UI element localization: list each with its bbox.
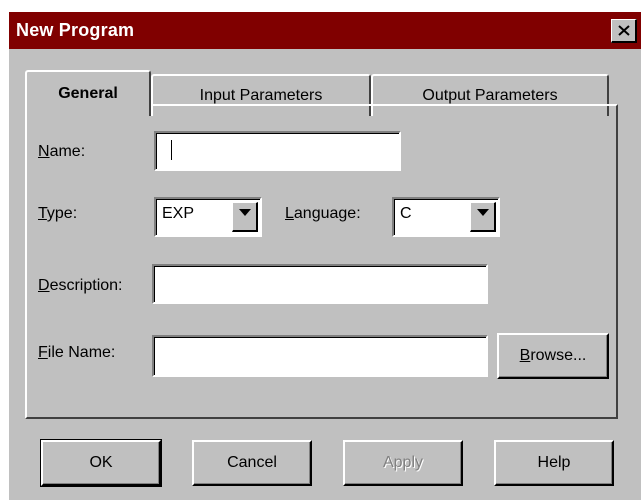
tab-general-label: General xyxy=(58,85,118,102)
description-label: Description: xyxy=(38,277,123,294)
file-name-input[interactable] xyxy=(152,335,488,377)
apply-button[interactable]: Apply xyxy=(343,440,463,486)
name-label: Name: xyxy=(38,143,86,160)
type-dropdown-button[interactable] xyxy=(232,202,258,232)
tab-input-parameters-label: Input Parameters xyxy=(199,87,323,104)
ok-button[interactable]: OK xyxy=(40,439,162,487)
language-value: C xyxy=(400,205,412,222)
help-button[interactable]: Help xyxy=(494,440,614,486)
new-program-dialog: New Program General Input Parameters Out… xyxy=(9,12,641,500)
window-title: New Program xyxy=(16,20,135,40)
text-caret xyxy=(171,140,172,160)
close-button[interactable] xyxy=(611,19,637,43)
close-icon xyxy=(617,25,630,36)
chevron-down-icon xyxy=(239,209,251,216)
file-name-label: File Name: xyxy=(38,344,116,361)
language-dropdown-button[interactable] xyxy=(470,202,496,232)
name-input[interactable] xyxy=(154,131,401,171)
chevron-down-icon xyxy=(477,209,489,216)
type-value: EXP xyxy=(162,205,195,222)
type-label: Type: xyxy=(38,205,78,222)
title-bar[interactable]: New Program xyxy=(9,12,641,49)
language-select[interactable]: C xyxy=(392,197,500,237)
cancel-button[interactable]: Cancel xyxy=(192,440,312,486)
description-input[interactable] xyxy=(152,264,488,304)
browse-button[interactable]: Browse... xyxy=(497,333,609,379)
language-label: Language: xyxy=(285,205,361,222)
tab-general[interactable]: General xyxy=(25,70,151,116)
tab-output-parameters-label: Output Parameters xyxy=(422,87,558,104)
type-select[interactable]: EXP xyxy=(154,197,262,237)
